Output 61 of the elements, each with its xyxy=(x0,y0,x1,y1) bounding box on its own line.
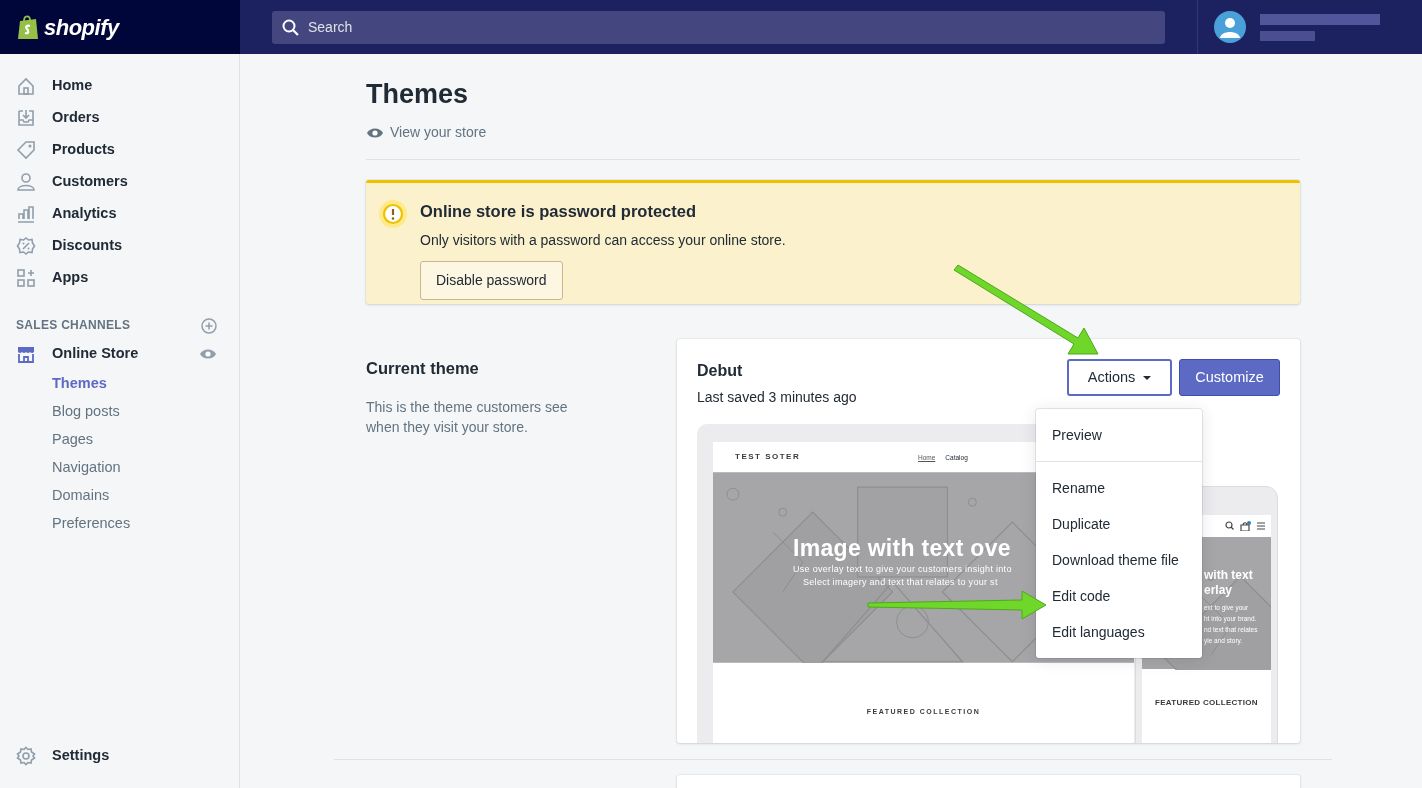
brand-name: shopify xyxy=(44,13,119,42)
gear-icon xyxy=(16,746,36,766)
hero-title: with text xyxy=(1204,568,1254,584)
theme-name: Debut xyxy=(697,361,744,382)
disable-password-button[interactable]: Disable password xyxy=(420,261,563,301)
sidebar-subitem[interactable]: Themes xyxy=(0,370,239,398)
sidebar-item[interactable]: Discounts xyxy=(0,230,239,262)
hero-title: erlay xyxy=(1204,583,1234,599)
bar-chart-icon xyxy=(16,204,36,224)
home-icon xyxy=(16,76,36,96)
last-saved-text: Last saved 3 minutes ago xyxy=(697,388,857,408)
menu-item[interactable]: Download theme file xyxy=(1036,542,1202,579)
view-store-link[interactable]: View your store xyxy=(366,122,487,160)
page-title: Themes xyxy=(366,78,470,111)
store-name: TEST SOTER xyxy=(735,451,801,464)
avatar-icon xyxy=(1214,11,1246,43)
actions-button[interactable]: Actions xyxy=(1067,359,1172,397)
sidebar-subitem[interactable]: Preferences xyxy=(0,510,239,538)
menu-item[interactable]: Preview xyxy=(1036,417,1202,454)
sidebar-subitem[interactable]: Domains xyxy=(0,482,239,510)
menu-item[interactable]: Edit code xyxy=(1036,578,1202,615)
discount-icon xyxy=(16,236,36,256)
banner-title: Online store is password protected xyxy=(420,201,697,223)
apps-icon xyxy=(16,268,36,288)
search-icon xyxy=(1225,521,1234,531)
sidebar-item[interactable]: Customers xyxy=(0,166,239,198)
customize-button[interactable]: Customize xyxy=(1179,359,1280,397)
sidebar-item[interactable]: Apps xyxy=(0,262,239,294)
sidebar-item[interactable]: Products xyxy=(0,134,239,166)
bag-logo-icon xyxy=(16,13,40,41)
settings-item[interactable]: Settings xyxy=(0,740,239,772)
tag-icon xyxy=(16,140,36,160)
hero-text: Select imagery and text that relates to your st xyxy=(802,576,998,589)
section-heading: Current theme xyxy=(366,359,480,380)
banner-text: Only visitors with a password can access your online store. xyxy=(420,231,786,251)
sidebar-item[interactable]: Orders xyxy=(0,102,239,134)
menu-item[interactable]: Rename xyxy=(1036,470,1202,507)
person-icon xyxy=(16,172,36,192)
store-icon xyxy=(16,344,36,364)
cart-icon xyxy=(1240,520,1251,531)
hero-title: Image with text ove xyxy=(793,534,1011,563)
hero-text: Use overlay text to give your customers insight into xyxy=(793,563,1012,576)
sidebar-subitem[interactable]: Blog posts xyxy=(0,398,239,426)
sidebar-item[interactable]: Home xyxy=(0,70,239,102)
sidebar-item[interactable]: Online Store xyxy=(0,338,239,370)
section-description: This is the theme customers see when they visit your store. xyxy=(366,398,569,438)
menu-item[interactable]: Edit languages xyxy=(1036,614,1202,651)
add-channel-button[interactable] xyxy=(201,316,217,334)
section-heading: SALES CHANNELS xyxy=(16,317,131,334)
section-title: FEATURED COLLECTION xyxy=(1154,697,1259,710)
menu-item[interactable]: Duplicate xyxy=(1036,506,1202,543)
caret-icon xyxy=(1143,375,1152,380)
search-icon xyxy=(282,18,299,36)
sidebar-subitem[interactable]: Navigation xyxy=(0,454,239,482)
inbox-icon xyxy=(16,108,36,128)
warning-icon xyxy=(378,199,408,230)
search-field[interactable]: Search xyxy=(272,10,1165,44)
sidebar-subitem[interactable]: Pages xyxy=(0,426,239,454)
sidebar-item[interactable]: Analytics xyxy=(0,198,239,230)
menu-icon xyxy=(1257,521,1265,530)
plus-icon xyxy=(201,317,217,334)
